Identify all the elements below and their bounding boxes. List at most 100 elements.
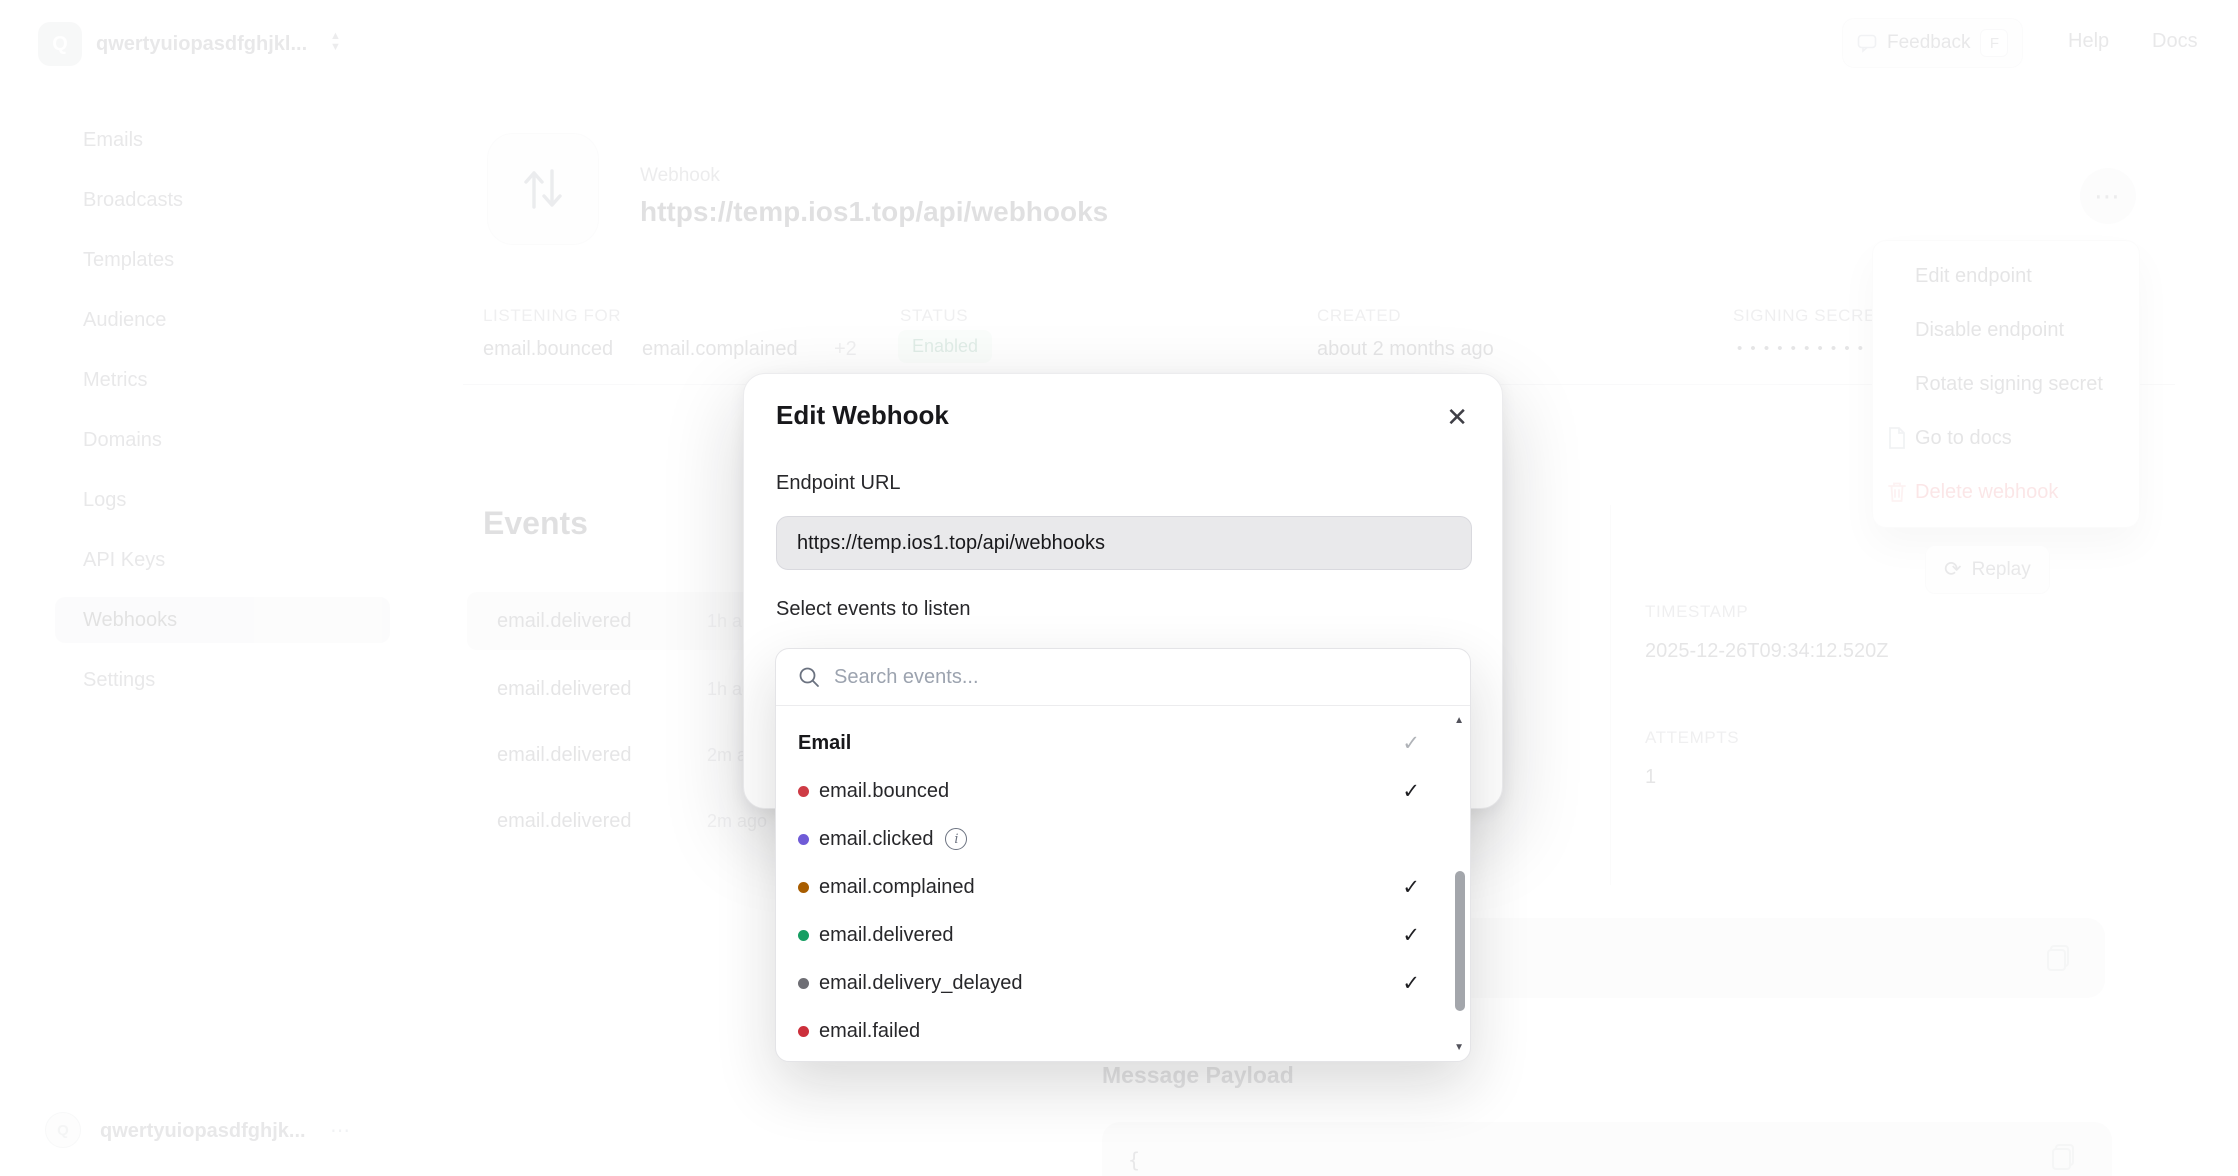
menu-item-label: Disable endpoint: [1915, 319, 2064, 342]
modal-title: Edit Webhook: [776, 400, 949, 431]
footer-avatar: Q: [45, 1112, 81, 1148]
arrows-up-down-icon: [520, 163, 566, 215]
events-combobox: Email ✓ email.bounced ✓ email.clicked i …: [775, 648, 1471, 1062]
menu-item-label: Go to docs: [1915, 427, 2012, 450]
speech-bubble-icon: [1857, 33, 1877, 53]
created-value: about 2 months ago: [1317, 338, 1494, 361]
menu-item-rotate-signing-secret[interactable]: Rotate signing secret: [1873, 357, 2139, 411]
scrollbar-thumb[interactable]: [1455, 871, 1465, 1011]
signing-secret-value[interactable]: • • • • • • • • • •: [1737, 340, 1865, 357]
event-option-label: email.complained: [819, 876, 975, 899]
event-color-dot: [798, 978, 809, 989]
sidebar-item-templates[interactable]: Templates: [55, 237, 390, 283]
check-icon: ✓: [1402, 971, 1420, 996]
sidebar-item-api-keys[interactable]: API Keys: [55, 537, 390, 583]
events-search-row: [776, 649, 1470, 706]
event-name: email.delivered: [497, 678, 707, 701]
sidebar-item-webhooks[interactable]: Webhooks: [55, 597, 390, 643]
events-section-title: Events: [483, 505, 588, 542]
event-color-dot: [798, 930, 809, 941]
copy-icon[interactable]: [2052, 1144, 2074, 1170]
listening-for-label: LISTENING FOR: [483, 306, 621, 326]
app-canvas: Q qwertyuiopasdfghjkl... ▲▼ Feedback F H…: [0, 0, 2238, 1176]
scroll-down-icon[interactable]: ▼: [1454, 1042, 1464, 1053]
endpoint-url-label: Endpoint URL: [776, 472, 901, 495]
webhook-context-menu: Edit endpoint Disable endpoint Rotate si…: [1872, 240, 2140, 528]
attempts-value: 1: [1645, 766, 1656, 789]
replay-button[interactable]: ⟳ Replay: [1925, 545, 2050, 594]
signing-secret-label: SIGNING SECRET: [1733, 306, 1883, 326]
replay-label: Replay: [1972, 559, 2031, 581]
docs-link[interactable]: Docs: [2152, 30, 2198, 53]
attempts-label: ATTEMPTS: [1645, 728, 1739, 748]
webhook-actions-button[interactable]: ⋯: [2080, 168, 2136, 224]
events-search-input[interactable]: [834, 666, 1448, 689]
menu-item-delete-webhook[interactable]: Delete webhook: [1873, 465, 2139, 519]
search-icon: [798, 666, 820, 688]
detail-divider: [1610, 505, 1611, 885]
feedback-button[interactable]: Feedback F: [1842, 18, 2023, 68]
webhook-type-icon-box: [487, 133, 599, 245]
event-name: email.delivered: [497, 810, 707, 833]
menu-item-label: Rotate signing secret: [1915, 373, 2103, 396]
event-option-email-delivery-delayed[interactable]: email.delivery_delayed ✓: [776, 959, 1470, 1007]
menu-item-edit-endpoint[interactable]: Edit endpoint: [1873, 249, 2139, 303]
workspace-logo-letter: Q: [38, 22, 82, 66]
sidebar-item-broadcasts[interactable]: Broadcasts: [55, 177, 390, 223]
help-link[interactable]: Help: [2068, 30, 2109, 53]
listening-event-1: email.bounced: [483, 338, 613, 361]
webhook-kind-label: Webhook: [640, 165, 720, 187]
event-option-label: email.failed: [819, 1020, 920, 1043]
check-icon: ✓: [1402, 923, 1420, 948]
menu-item-disable-endpoint[interactable]: Disable endpoint: [1873, 303, 2139, 357]
event-group-label: Email: [798, 732, 851, 755]
event-option-email-clicked[interactable]: email.clicked i: [776, 815, 1470, 863]
footer-workspace-name[interactable]: qwertyuiopasdfghjk...: [100, 1120, 306, 1143]
timestamp-label: TIMESTAMP: [1645, 602, 1748, 622]
feedback-label: Feedback: [1887, 32, 1970, 54]
sidebar-item-domains[interactable]: Domains: [55, 417, 390, 463]
event-color-dot: [798, 1026, 809, 1037]
event-name: email.delivered: [497, 610, 707, 633]
event-option-label: email.clicked: [819, 828, 933, 851]
status-badge: Enabled: [898, 330, 992, 363]
event-color-dot: [798, 882, 809, 893]
event-group-email[interactable]: Email ✓: [776, 719, 1470, 767]
event-option-label: email.delivered: [819, 924, 954, 947]
menu-item-go-to-docs[interactable]: Go to docs: [1873, 411, 2139, 465]
events-list: Email ✓ email.bounced ✓ email.clicked i …: [776, 706, 1470, 1055]
feedback-shortcut-badge: F: [1980, 29, 2008, 57]
sidebar-item-settings[interactable]: Settings: [55, 657, 390, 703]
event-option-email-complained[interactable]: email.complained ✓: [776, 863, 1470, 911]
workspace-logo: Q: [38, 22, 82, 66]
sidebar-item-audience[interactable]: Audience: [55, 297, 390, 343]
chevron-up-down-icon[interactable]: ▲▼: [330, 32, 341, 52]
listening-event-2: email.complained: [642, 338, 798, 361]
sidebar-item-metrics[interactable]: Metrics: [55, 357, 390, 403]
sidebar-item-emails[interactable]: Emails: [55, 117, 390, 163]
timestamp-value: 2025-12-26T09:34:12.520Z: [1645, 640, 1889, 663]
menu-item-label: Delete webhook: [1915, 481, 2058, 504]
event-name: email.delivered: [497, 744, 707, 767]
event-option-email-bounced[interactable]: email.bounced ✓: [776, 767, 1470, 815]
event-time: 2m ago: [707, 811, 767, 832]
info-icon[interactable]: i: [945, 828, 967, 850]
endpoint-url-input[interactable]: [776, 516, 1472, 570]
event-option-email-delivered[interactable]: email.delivered ✓: [776, 911, 1470, 959]
payload-preview: {: [1128, 1148, 1140, 1172]
close-icon[interactable]: ✕: [1446, 404, 1468, 430]
footer-more-button[interactable]: ⋯: [330, 1118, 350, 1143]
status-label: STATUS: [900, 306, 968, 326]
message-payload-title: Message Payload: [1102, 1062, 1294, 1089]
select-events-label: Select events to listen: [776, 598, 971, 621]
webhook-url-title: https://temp.ios1.top/api/webhooks: [640, 196, 1108, 228]
sidebar-item-logs[interactable]: Logs: [55, 477, 390, 523]
event-option-email-failed[interactable]: email.failed: [776, 1007, 1470, 1055]
scroll-up-icon[interactable]: ▲: [1454, 715, 1464, 726]
workspace-switcher[interactable]: qwertyuiopasdfghjkl...: [96, 33, 307, 56]
trash-icon: [1886, 480, 1908, 504]
check-icon: ✓: [1402, 779, 1420, 804]
listening-more-badge[interactable]: +2: [834, 338, 857, 361]
copy-icon[interactable]: [2047, 945, 2069, 971]
message-payload-box: {: [1102, 1122, 2112, 1176]
